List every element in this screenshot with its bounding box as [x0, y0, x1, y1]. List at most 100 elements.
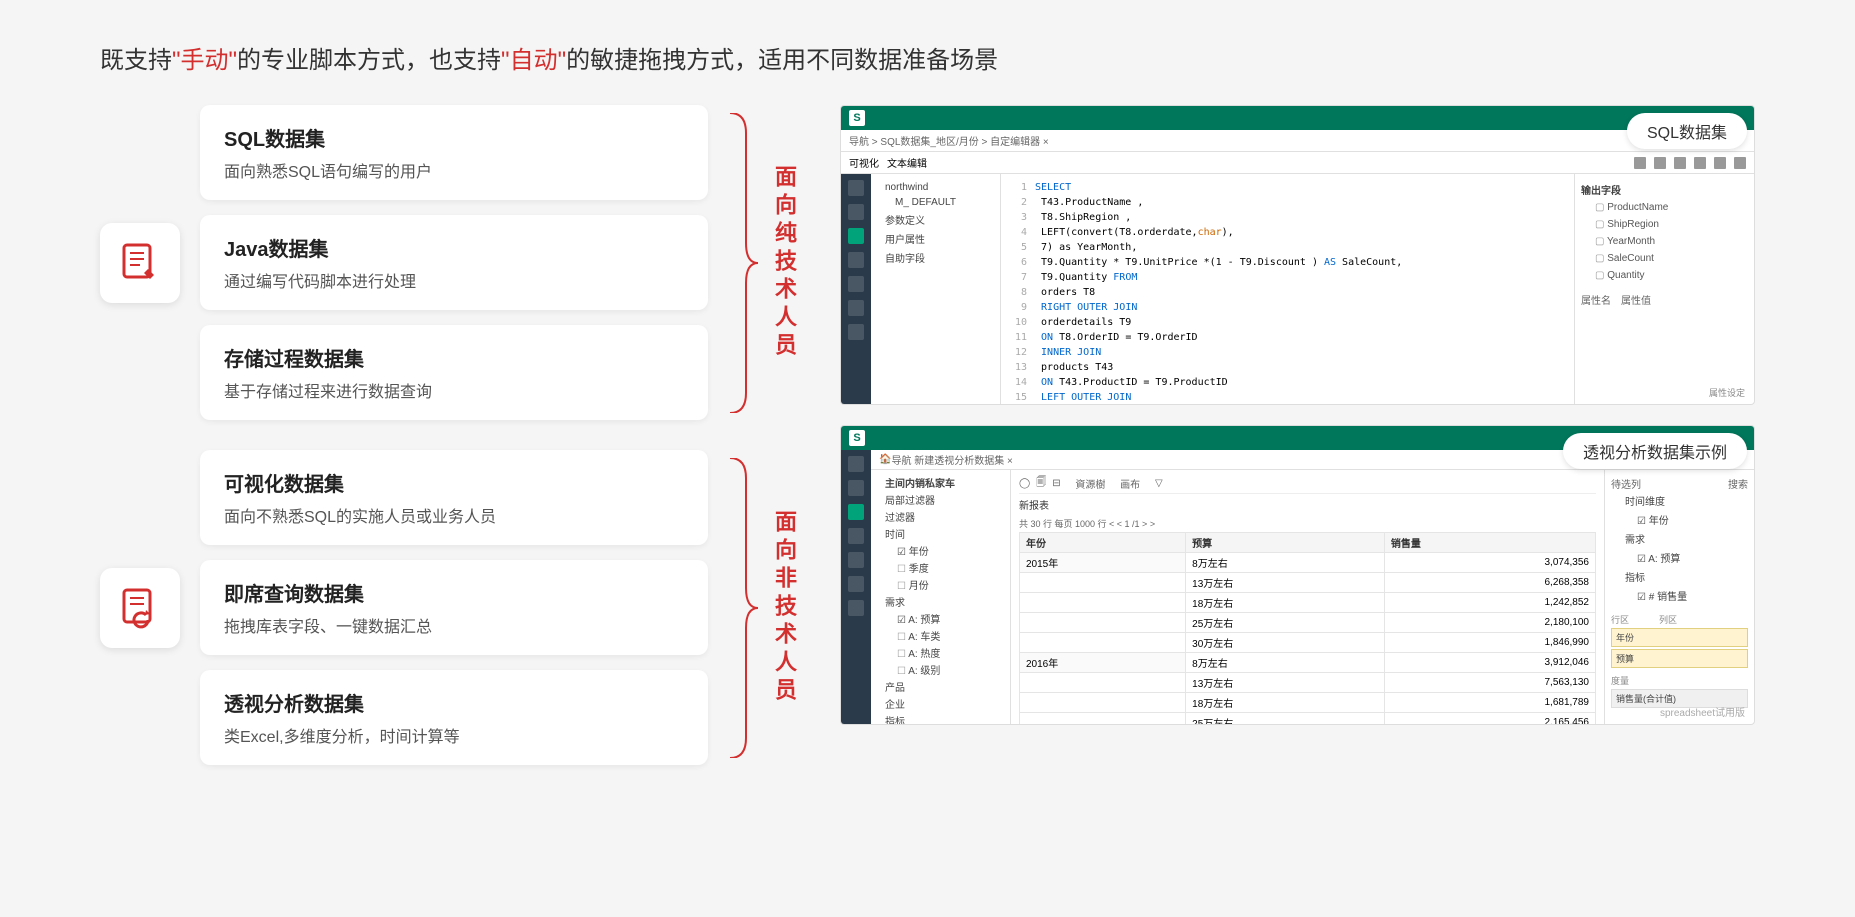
tree-item[interactable]: A: 车类	[875, 627, 1006, 644]
tree-item[interactable]: A: 热度	[875, 644, 1006, 661]
breadcrumb-bar: 导航 > SQL数据集_地区/月份 > 自定编辑器 ×	[841, 130, 1754, 152]
dim-group: 指标	[1611, 567, 1748, 586]
dim-group: 需求	[1611, 529, 1748, 548]
card-title: 透视分析数据集	[224, 688, 684, 717]
tree-item[interactable]: 企业	[875, 695, 1006, 712]
tree-item[interactable]: 时间	[875, 525, 1006, 542]
card-sql-dataset: SQL数据集 面向熟悉SQL语句编写的用户	[200, 105, 708, 200]
bracket-icon	[728, 458, 758, 758]
wrench-icon[interactable]	[1714, 157, 1726, 169]
doc-hand-icon	[100, 223, 180, 303]
nav-dataset-icon[interactable]	[848, 504, 864, 520]
group-technical: SQL数据集 面向熟悉SQL语句编写的用户 Java数据集 通过编写代码脚本进行…	[100, 105, 800, 420]
tree-item[interactable]: 参数定义	[877, 210, 994, 229]
doc-refresh-icon	[100, 568, 180, 648]
tree-item[interactable]: A: 级别	[875, 661, 1006, 678]
field-tree: 主间内销私家车 局部过滤器过滤器时间年份季度月份需求A: 预算A: 车类A: 热…	[871, 470, 1011, 724]
config-panel: 待选列 搜索 时间维度 年份 需求 A: 预算 指标 # 销售量	[1604, 470, 1754, 724]
group-label-nontech: 面向非技术人员	[768, 510, 800, 706]
result-toolbar: ◯🗐⊟ 資源樹 画布 ▽	[1019, 474, 1596, 494]
screenshot-sql: SQL数据集 S 导航 > SQL数据集_地区/月份 > 自定编辑器 × 可视化…	[840, 105, 1755, 405]
card-title: 存储过程数据集	[224, 343, 684, 372]
tree-item[interactable]: 自助字段	[877, 248, 994, 267]
tree-item[interactable]: A: 预算	[875, 610, 1006, 627]
output-field[interactable]: ProductName	[1581, 199, 1748, 216]
source-tree: northwind M_ DEFAULT 参数定义 用户属性 自助字段	[871, 174, 1001, 404]
app-titlebar: S	[841, 106, 1754, 130]
card-proc-dataset: 存储过程数据集 基于存储过程来进行数据查询	[200, 325, 708, 420]
output-field[interactable]: Quantity	[1581, 267, 1748, 284]
output-field[interactable]: ShipRegion	[1581, 216, 1748, 233]
card-visual-dataset: 可视化数据集 面向不熟悉SQL的实施人员或业务人员	[200, 450, 708, 545]
tree-item[interactable]: 产品	[875, 678, 1006, 695]
badge-pivot: 透视分析数据集示例	[1563, 433, 1747, 469]
nav-db-icon[interactable]	[848, 204, 864, 220]
pager: 共 30 行 每页 1000 行 < < 1 /1 > >	[1019, 515, 1596, 532]
tree-item[interactable]: 月份	[875, 576, 1006, 593]
group-nontechnical: 可视化数据集 面向不熟悉SQL的实施人员或业务人员 即席查询数据集 拖拽库表字段…	[100, 450, 800, 765]
tree-item[interactable]: 过滤器	[875, 508, 1006, 525]
tree-item[interactable]: northwind	[877, 180, 994, 195]
dim-group: 时间维度	[1611, 491, 1748, 510]
row-zone-item[interactable]: 预算	[1611, 649, 1748, 668]
card-adhoc-dataset: 即席查询数据集 拖拽库表字段、一键数据汇总	[200, 560, 708, 655]
card-title: SQL数据集	[224, 123, 684, 152]
nav-help-icon[interactable]	[848, 576, 864, 592]
tree-item[interactable]: 局部过滤器	[875, 491, 1006, 508]
output-field[interactable]: SaleCount	[1581, 250, 1748, 267]
card-desc: 面向熟悉SQL语句编写的用户	[224, 158, 684, 182]
dim-item[interactable]: A: 预算	[1611, 548, 1748, 567]
screenshot-pivot: 透视分析数据集示例 S	[840, 425, 1755, 725]
side-nav	[841, 450, 871, 724]
output-field[interactable]: YearMonth	[1581, 233, 1748, 250]
panel-heading: 输出字段	[1581, 180, 1748, 199]
nav-db-icon[interactable]	[848, 480, 864, 496]
row-zone-item[interactable]: 年份	[1611, 628, 1748, 647]
card-title: 即席查询数据集	[224, 578, 684, 607]
logo-s-icon: S	[849, 430, 865, 446]
nav-home-icon[interactable]	[848, 456, 864, 472]
tree-item[interactable]: M_ DEFAULT	[877, 195, 994, 210]
dim-item[interactable]: # 销售量	[1611, 586, 1748, 605]
tree-item[interactable]: 年份	[875, 542, 1006, 559]
nav-chart-icon[interactable]	[848, 252, 864, 268]
nav-send-icon[interactable]	[848, 276, 864, 292]
group-label-tech: 面向纯技术人员	[768, 165, 800, 361]
save-icon[interactable]	[1634, 157, 1646, 169]
side-nav	[841, 174, 871, 404]
card-title: 可视化数据集	[224, 468, 684, 497]
nav-help-icon[interactable]	[848, 300, 864, 316]
card-title: Java数据集	[224, 233, 684, 262]
tree-root: 主间内销私家车	[875, 474, 1006, 491]
watermark: spreadsheet试用版	[1660, 704, 1745, 719]
nav-dataset-icon[interactable]	[848, 228, 864, 244]
card-desc: 通过编写代码脚本进行处理	[224, 268, 684, 292]
pivot-result-area: ◯🗐⊟ 資源樹 画布 ▽ 新报表 共 30 行 每页 1000 行 < < 1 …	[1011, 470, 1604, 724]
nav-home-icon[interactable]	[848, 180, 864, 196]
logo-s-icon: S	[849, 110, 865, 126]
dim-item[interactable]: 年份	[1611, 510, 1748, 529]
card-desc: 基于存储过程来进行数据查询	[224, 378, 684, 402]
nav-chart-icon[interactable]	[848, 528, 864, 544]
headline: 既支持"手动"的专业脚本方式，也支持"自动"的敏捷拖拽方式，适用不同数据准备场景	[100, 40, 1755, 75]
tree-item[interactable]: 季度	[875, 559, 1006, 576]
pivot-table: 年份预算销售量2015年8万左右3,074,35613万左右6,268,3581…	[1019, 532, 1596, 724]
export-icon[interactable]	[1734, 157, 1746, 169]
copy-icon[interactable]	[1674, 157, 1686, 169]
card-desc: 类Excel,多维度分析，时间计算等	[224, 723, 684, 747]
nav-settings-icon[interactable]	[848, 600, 864, 616]
run-icon[interactable]	[1654, 157, 1666, 169]
bracket-icon	[728, 113, 758, 413]
toolbar: 可视化文本编辑	[841, 152, 1754, 174]
sql-editor[interactable]: 1SELECT2 T43.ProductName ,3 T8.ShipRegio…	[1001, 174, 1574, 404]
nav-send-icon[interactable]	[848, 552, 864, 568]
gear-icon[interactable]	[1694, 157, 1706, 169]
tree-item[interactable]: 需求	[875, 593, 1006, 610]
card-desc: 面向不熟悉SQL的实施人员或业务人员	[224, 503, 684, 527]
output-panel: 输出字段 ProductName ShipRegion YearMonth Sa…	[1574, 174, 1754, 404]
tree-item[interactable]: 指标	[875, 712, 1006, 724]
card-pivot-dataset: 透视分析数据集 类Excel,多维度分析，时间计算等	[200, 670, 708, 765]
badge-sql: SQL数据集	[1627, 113, 1747, 149]
tree-item[interactable]: 用户属性	[877, 229, 994, 248]
nav-settings-icon[interactable]	[848, 324, 864, 340]
